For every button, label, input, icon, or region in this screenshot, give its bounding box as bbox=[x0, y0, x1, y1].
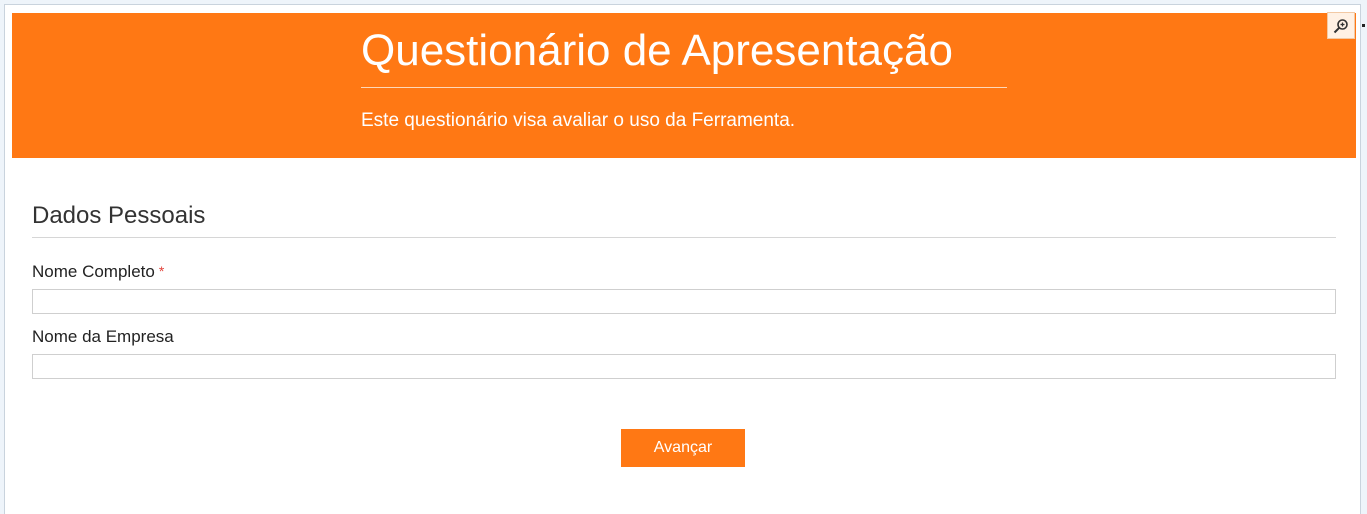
zoom-button[interactable] bbox=[1327, 12, 1355, 39]
next-button[interactable]: Avançar bbox=[621, 429, 745, 467]
company-name-label: Nome da Empresa bbox=[32, 327, 174, 346]
edge-marker bbox=[1362, 24, 1365, 27]
form-header: Questionário de Apresentação Este questi… bbox=[12, 13, 1356, 158]
title-divider bbox=[361, 87, 1007, 88]
company-name-input[interactable] bbox=[32, 354, 1336, 379]
form-title: Questionário de Apresentação bbox=[361, 26, 953, 75]
section-title: Dados Pessoais bbox=[32, 202, 206, 229]
full-name-input[interactable] bbox=[32, 289, 1336, 314]
required-indicator: * bbox=[158, 263, 165, 279]
section-divider bbox=[32, 237, 1336, 238]
zoom-in-icon bbox=[1333, 18, 1348, 33]
full-name-label: Nome Completo * bbox=[32, 261, 164, 283]
header-content: Questionário de Apresentação Este questi… bbox=[361, 13, 1007, 133]
full-name-label-text: Nome Completo bbox=[32, 262, 155, 281]
form-description: Este questionário visa avaliar o uso da … bbox=[361, 110, 796, 131]
form-frame: Questionário de Apresentação Este questi… bbox=[4, 4, 1361, 514]
